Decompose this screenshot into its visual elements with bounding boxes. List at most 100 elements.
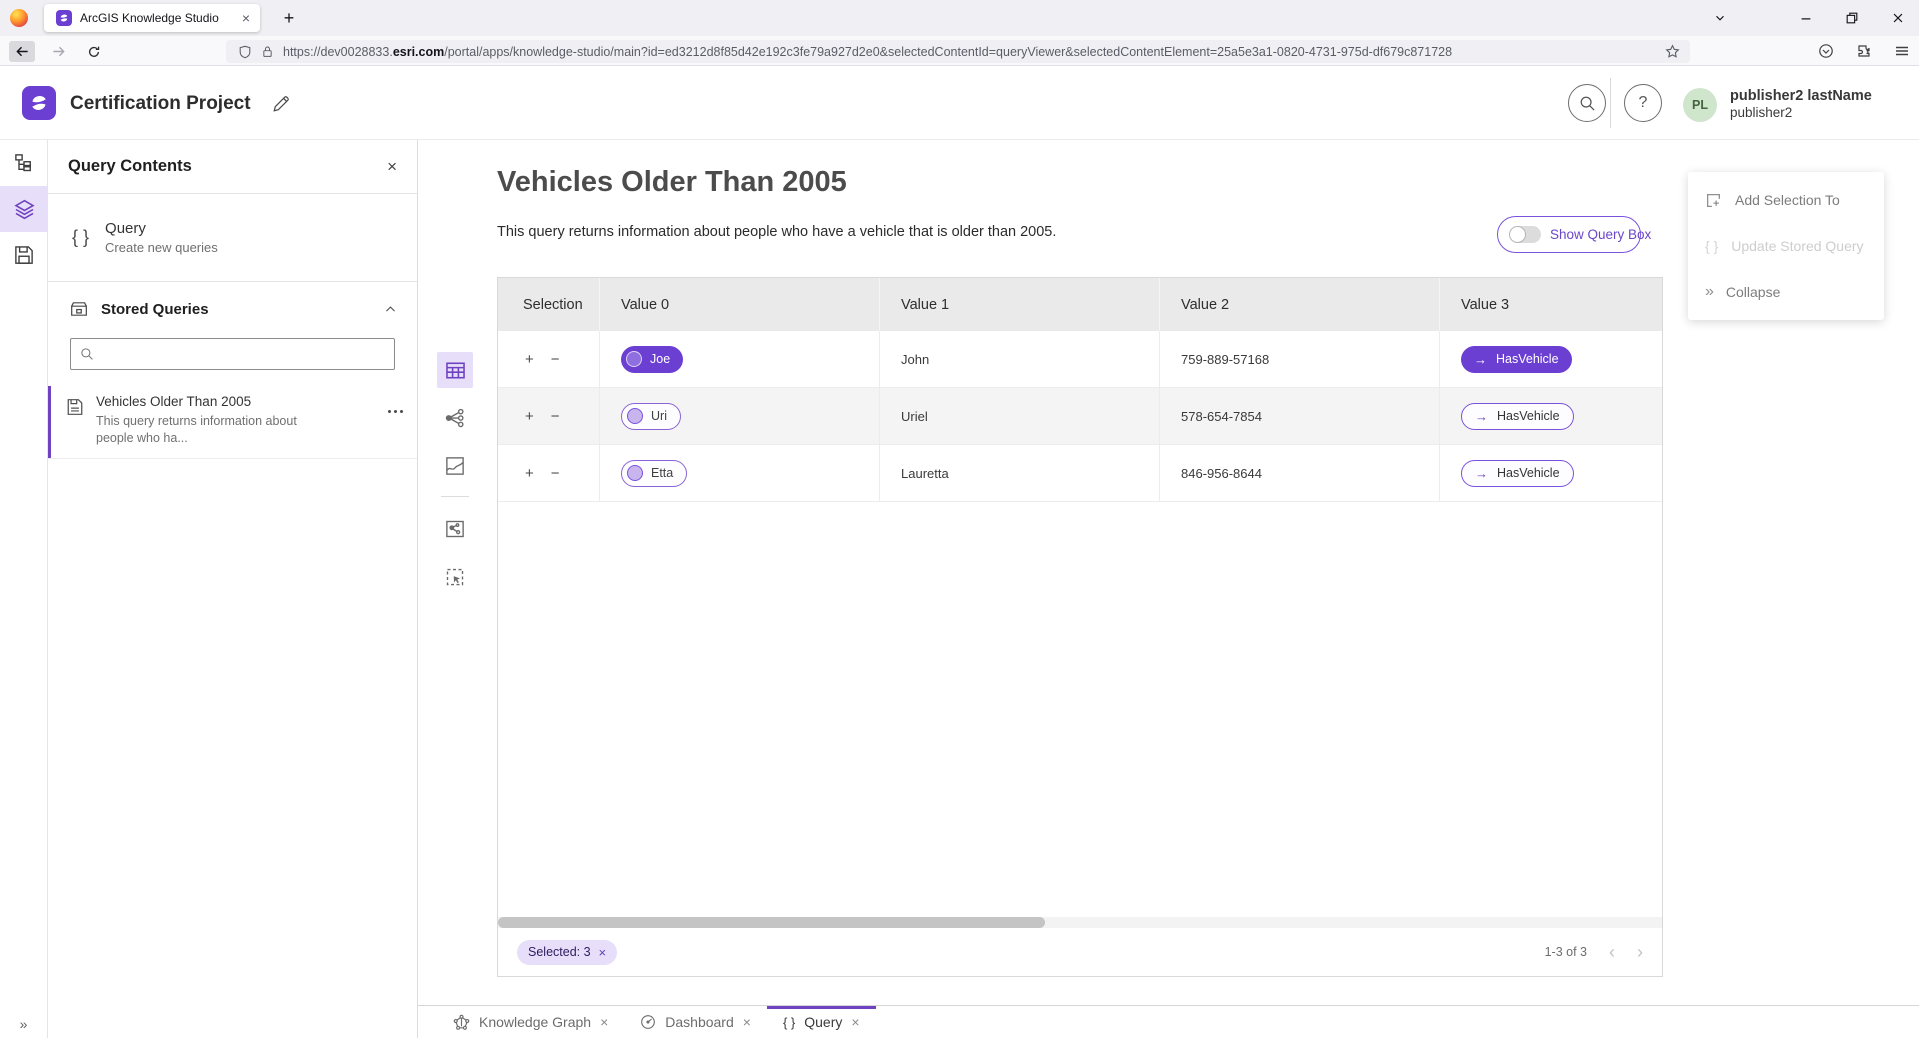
- lock-icon[interactable]: [261, 45, 274, 58]
- expand-rail-button[interactable]: »: [0, 1016, 48, 1032]
- back-button[interactable]: [9, 41, 35, 62]
- user-avatar[interactable]: PL: [1683, 88, 1717, 122]
- relationship-chip[interactable]: →HasVehicle: [1461, 346, 1572, 373]
- relationship-chip[interactable]: →HasVehicle: [1461, 403, 1574, 430]
- row-remove-selection-button[interactable]: −: [551, 408, 560, 425]
- tab-close-icon[interactable]: ×: [242, 10, 250, 26]
- query-viewer: Vehicles Older Than 2005 This query retu…: [418, 140, 1919, 1005]
- browser-tab-strip: ArcGIS Knowledge Studio × +: [0, 0, 1919, 36]
- entity-chip[interactable]: Uri: [621, 403, 681, 430]
- clear-selection-icon[interactable]: ×: [599, 945, 607, 960]
- panel-close-icon[interactable]: ×: [387, 157, 397, 177]
- results-table: Selection Value 0 Value 1 Value 2 Value …: [497, 277, 1663, 977]
- row-remove-selection-button[interactable]: −: [551, 465, 560, 482]
- arrow-right-icon: →: [1475, 409, 1488, 424]
- show-query-box-toggle[interactable]: Show Query Box: [1497, 216, 1641, 253]
- rail-item-contents[interactable]: [0, 186, 48, 232]
- help-button[interactable]: ?: [1624, 84, 1662, 122]
- overflow-menu-icon[interactable]: [388, 410, 403, 448]
- tab-close-icon[interactable]: ×: [600, 1014, 608, 1030]
- rail-item-save[interactable]: [0, 232, 48, 278]
- rail-item-data-model[interactable]: [0, 140, 48, 186]
- menu-hamburger-icon[interactable]: [1894, 43, 1910, 59]
- sitemap-icon: [14, 153, 34, 173]
- bookmark-star-icon[interactable]: [1665, 44, 1680, 59]
- collapse-chevron-icon[interactable]: [384, 303, 397, 316]
- window-minimize-button[interactable]: [1786, 0, 1826, 36]
- new-tab-button[interactable]: +: [276, 5, 302, 31]
- add-to-link-chart-button[interactable]: [437, 511, 473, 547]
- header-divider: [1610, 78, 1611, 128]
- stored-query-item[interactable]: Vehicles Older Than 2005 This query retu…: [48, 386, 417, 459]
- row-remove-selection-button[interactable]: −: [551, 351, 560, 368]
- forward-button[interactable]: [45, 41, 71, 62]
- previous-page-button[interactable]: ‹: [1609, 943, 1615, 961]
- project-title: Certification Project: [70, 93, 251, 115]
- selected-count-chip[interactable]: Selected: 3 ×: [517, 940, 617, 965]
- cell-value1[interactable]: John: [879, 331, 1159, 387]
- menu-item-update-stored-query[interactable]: { } Update Stored Query: [1688, 223, 1884, 269]
- stored-queries-search[interactable]: [70, 338, 395, 370]
- menu-item-add-selection-to[interactable]: Add Selection To: [1688, 177, 1884, 223]
- tab-close-icon[interactable]: ×: [743, 1014, 751, 1030]
- scrollbar-thumb[interactable]: [498, 917, 1045, 928]
- pocket-icon[interactable]: [1818, 43, 1834, 59]
- column-header-value0[interactable]: Value 0: [599, 278, 879, 331]
- query-description: This query returns information about peo…: [497, 224, 1056, 240]
- table-view-button[interactable]: [437, 352, 473, 388]
- new-link-chart-icon: [445, 519, 465, 539]
- relationship-chip[interactable]: →HasVehicle: [1461, 460, 1574, 487]
- next-page-button[interactable]: ›: [1637, 943, 1643, 961]
- tracking-shield-icon[interactable]: [238, 45, 252, 59]
- query-item-title: Query: [105, 220, 218, 237]
- tab-query[interactable]: { } Query ×: [767, 1006, 876, 1038]
- browser-tab-title: ArcGIS Knowledge Studio: [80, 11, 234, 25]
- user-info[interactable]: publisher2 lastName publisher2: [1730, 87, 1872, 122]
- stored-queries-header[interactable]: Stored Queries: [48, 290, 417, 328]
- url-text[interactable]: https://dev0028833.esri.com/portal/apps/…: [283, 45, 1656, 59]
- row-add-selection-button[interactable]: +: [525, 408, 534, 425]
- user-name: publisher2 lastName: [1730, 87, 1872, 105]
- menu-item-collapse[interactable]: » Collapse: [1688, 269, 1884, 315]
- row-add-selection-button[interactable]: +: [525, 465, 534, 482]
- column-header-selection[interactable]: Selection: [498, 278, 599, 331]
- cell-value2[interactable]: 578-654-7854: [1159, 388, 1439, 444]
- browser-tab[interactable]: ArcGIS Knowledge Studio ×: [44, 4, 260, 32]
- tab-close-icon[interactable]: ×: [851, 1014, 859, 1030]
- user-role: publisher2: [1730, 105, 1872, 122]
- stored-queries-search-input[interactable]: [102, 339, 394, 369]
- entity-chip[interactable]: Joe: [621, 346, 683, 373]
- edit-title-pencil-icon[interactable]: [272, 95, 290, 113]
- firefox-logo-icon[interactable]: [10, 9, 28, 27]
- toggle-switch[interactable]: [1510, 226, 1541, 243]
- window-close-button[interactable]: [1878, 0, 1918, 36]
- row-add-selection-button[interactable]: +: [525, 351, 534, 368]
- column-header-value2[interactable]: Value 2: [1159, 278, 1439, 331]
- cell-value2[interactable]: 759-889-57168: [1159, 331, 1439, 387]
- entity-chip[interactable]: Etta: [621, 460, 687, 487]
- tab-knowledge-graph[interactable]: Knowledge Graph ×: [437, 1006, 624, 1038]
- cell-value2[interactable]: 846-956-8644: [1159, 445, 1439, 501]
- column-header-value1[interactable]: Value 1: [879, 278, 1159, 331]
- entity-dot-icon: [627, 465, 643, 481]
- cell-value1[interactable]: Lauretta: [879, 445, 1159, 501]
- tab-list-chevron-icon[interactable]: [1700, 0, 1740, 36]
- table-footer: Selected: 3 × 1-3 of 3 ‹ ›: [498, 928, 1662, 976]
- reload-button[interactable]: [81, 41, 107, 62]
- extensions-puzzle-icon[interactable]: [1856, 43, 1872, 59]
- search-button[interactable]: [1568, 84, 1606, 122]
- arcgis-favicon-icon: [56, 10, 72, 26]
- column-header-value3[interactable]: Value 3: [1439, 278, 1662, 331]
- selection-tool-button[interactable]: [437, 559, 473, 595]
- cell-value1[interactable]: Uriel: [879, 388, 1159, 444]
- window-restore-button[interactable]: [1832, 0, 1872, 36]
- link-chart-view-button[interactable]: [437, 400, 473, 436]
- arcgis-knowledge-logo[interactable]: [22, 86, 56, 120]
- tab-dashboard[interactable]: Dashboard ×: [624, 1006, 767, 1038]
- knowledge-graph-icon: [453, 1014, 470, 1031]
- query-create-item[interactable]: { } Query Create new queries: [48, 194, 417, 282]
- horizontal-scrollbar[interactable]: [498, 917, 1662, 928]
- url-bar[interactable]: https://dev0028833.esri.com/portal/apps/…: [226, 40, 1690, 63]
- stored-query-description: This query returns information about peo…: [96, 413, 304, 448]
- map-view-button[interactable]: [437, 448, 473, 484]
